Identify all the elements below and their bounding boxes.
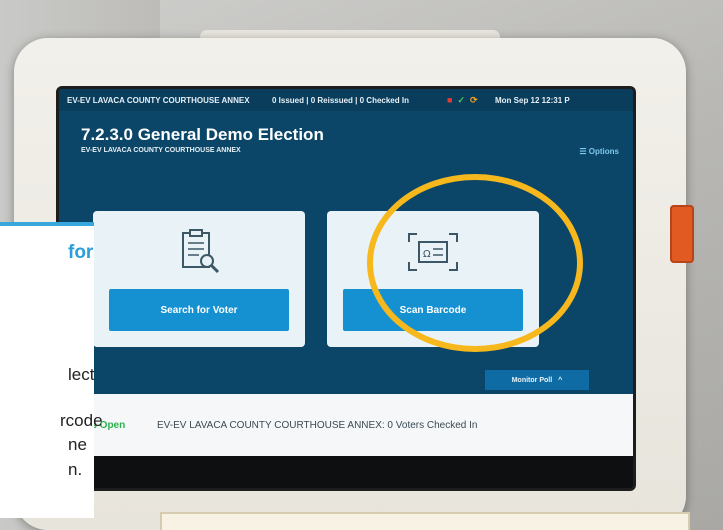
poll-status-footer: Polls Open EV-EV LAVACA COUNTY COURTHOUS…: [59, 394, 633, 456]
options-menu-button[interactable]: ☰ Options: [579, 147, 619, 156]
search-voter-card[interactable]: Search for Voter: [93, 211, 305, 347]
status-icons: ■ ✓ ⟳: [447, 95, 495, 106]
checkin-summary: EV-EV LAVACA COUNTY COURTHOUSE ANNEX: 0 …: [157, 419, 478, 431]
panel-accent-line: [0, 222, 94, 226]
status-location: EV-EV LAVACA COUNTY COURTHOUSE ANNEX: [67, 95, 250, 105]
instruction-line-3: ne: [68, 435, 87, 454]
monitor-poll-button[interactable]: Monitor Poll ^: [485, 370, 589, 390]
instruction-line-2: rcode: [60, 411, 103, 430]
monitor-poll-label: Monitor Poll: [511, 376, 553, 384]
election-title: 7.2.3.0 General Demo Election: [81, 125, 324, 144]
clipboard-search-icon: [93, 223, 305, 281]
sync-icon: ⟳: [469, 94, 478, 105]
instruction-panel: for lect rcode ne n.: [0, 222, 103, 518]
chevron-up-icon: ^: [558, 376, 563, 384]
panel-heading: for: [68, 242, 94, 263]
status-datetime: Mon Sep 12 12:31 P: [495, 95, 570, 105]
election-location: EV-EV LAVACA COUNTY COURTHOUSE ANNEX: [81, 147, 241, 154]
status-counts: 0 Issued | 0 Reissued | 0 Checked In: [272, 95, 409, 105]
bottom-panel-edge: [160, 512, 690, 530]
check-icon: ✓: [457, 94, 465, 105]
instruction-line-4: n.: [68, 460, 83, 479]
status-bar: EV-EV LAVACA COUNTY COURTHOUSE ANNEX 0 I…: [59, 89, 633, 111]
instruction-line-1: lect: [68, 365, 95, 384]
side-hardware-button[interactable]: [670, 205, 694, 263]
highlight-circle: [367, 174, 583, 352]
printer-icon: ■: [447, 94, 453, 105]
screen-bezel: [59, 456, 633, 488]
search-voter-button[interactable]: Search for Voter: [109, 289, 289, 331]
